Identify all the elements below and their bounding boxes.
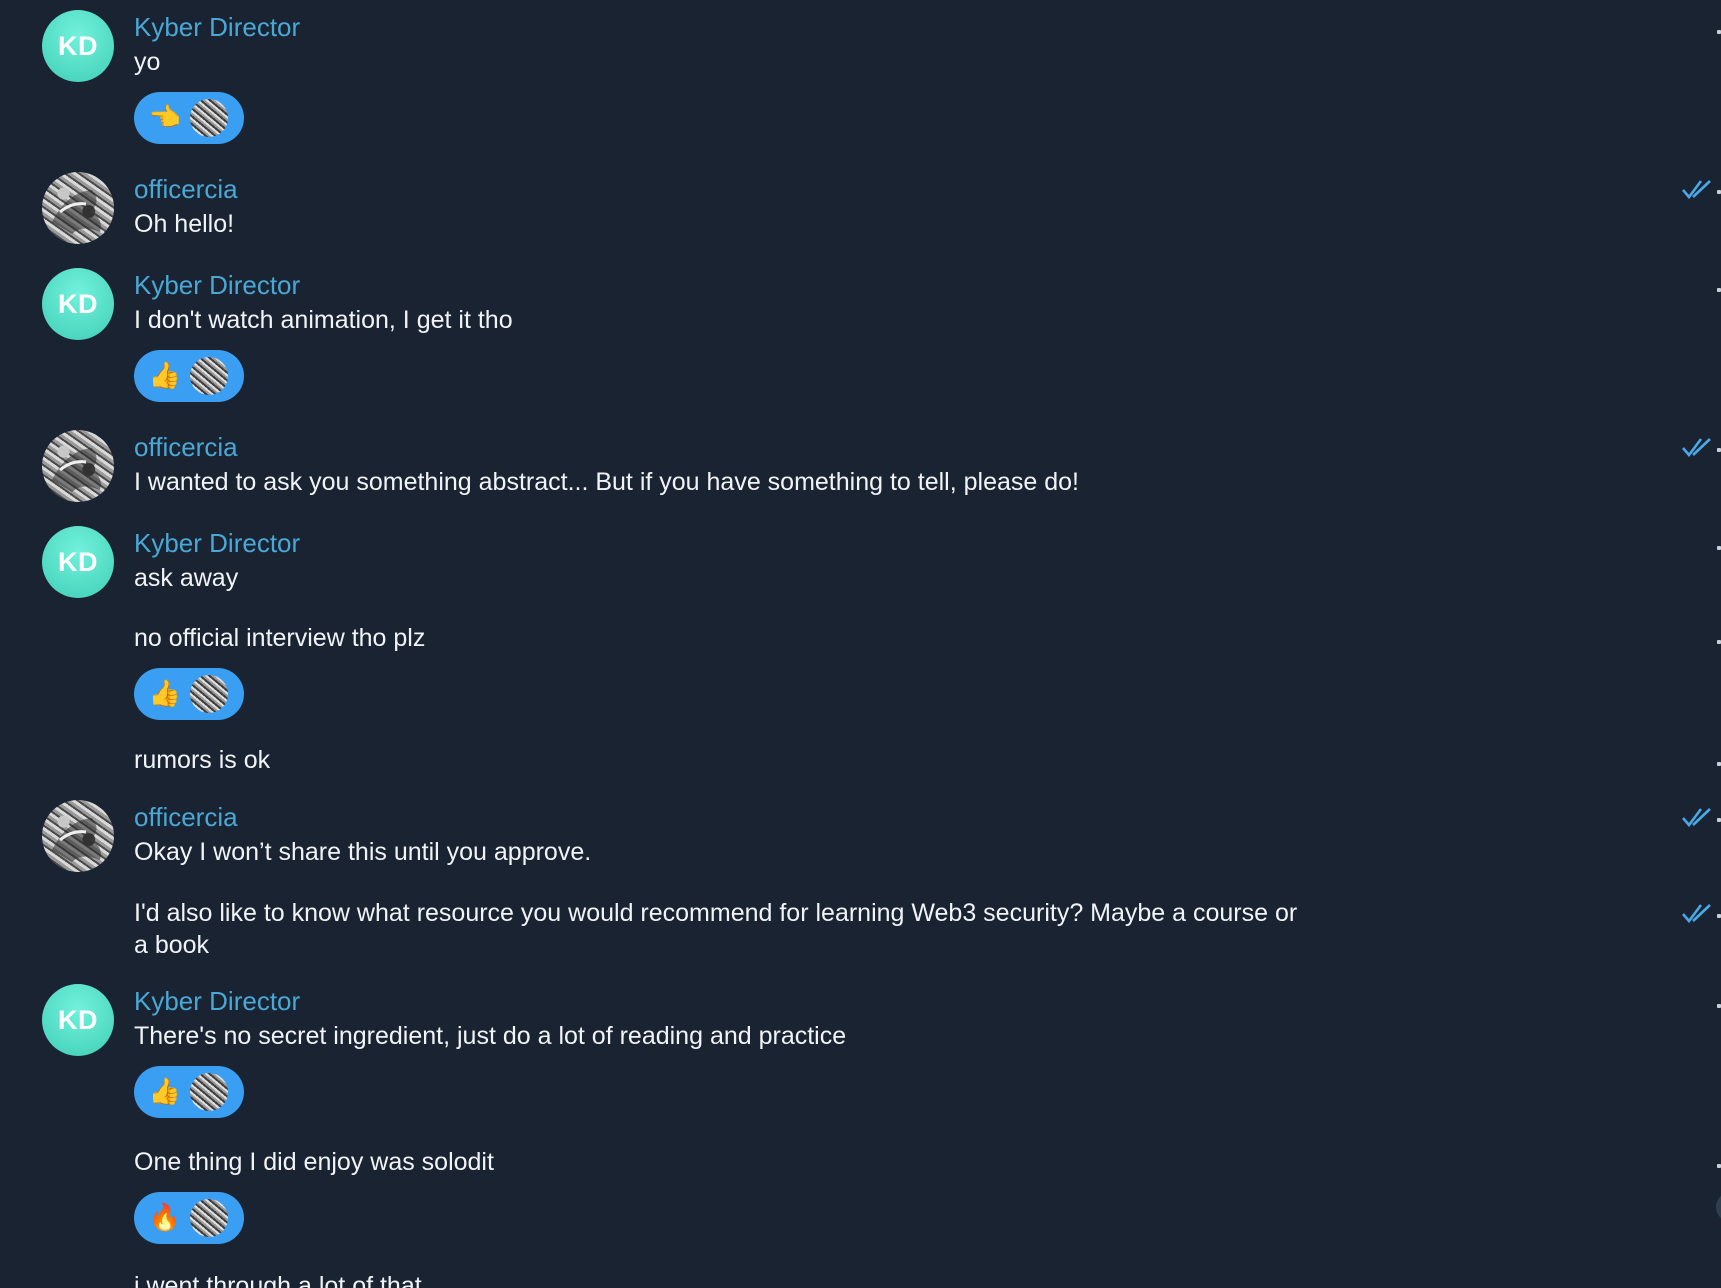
reaction-avatar: [188, 97, 230, 139]
timestamp-fragment: [1717, 1004, 1721, 1008]
sender-name[interactable]: officercia: [134, 432, 238, 462]
reaction-pill[interactable]: 👍: [134, 668, 244, 720]
timestamp-fragment: [1717, 546, 1721, 550]
message-text: There's no secret ingredient, just do a …: [134, 1022, 847, 1050]
timestamp-fragment: [1717, 818, 1721, 822]
message-text: yo: [134, 48, 161, 76]
avatar-officercia[interactable]: [42, 172, 114, 244]
thumbs-up-emoji-icon: 👍: [148, 361, 182, 391]
chat-history[interactable]: KD Kyber Director yo 👈 officercia Oh hel…: [0, 0, 1721, 1288]
timestamp-fragment: [1717, 30, 1721, 34]
message-text: I don't watch animation, I get it tho: [134, 306, 513, 334]
message-text: Oh hello!: [134, 210, 235, 238]
avatar-officercia[interactable]: [42, 800, 114, 872]
message-text: I wanted to ask you something abstract..…: [134, 468, 1079, 496]
reaction-pill[interactable]: 👈: [134, 92, 244, 144]
double-check-icon: [1682, 808, 1711, 828]
reaction-avatar: [188, 1197, 230, 1239]
sender-name[interactable]: Kyber Director: [134, 986, 300, 1016]
message-text: rumors is ok: [134, 746, 271, 774]
reaction-pill[interactable]: 👍: [134, 1066, 244, 1118]
timestamp-fragment: [1717, 762, 1721, 766]
message-text: One thing I did enjoy was solodit: [134, 1148, 494, 1176]
thumbs-up-emoji-icon: 👍: [148, 679, 182, 709]
timestamp-fragment: [1717, 914, 1721, 918]
officercia-avatar-image: [52, 818, 101, 862]
reaction-pill[interactable]: 🔥: [134, 1192, 244, 1244]
sender-name[interactable]: officercia: [134, 174, 238, 204]
thumbs-up-emoji-icon: 👍: [148, 1077, 182, 1107]
reaction-avatar: [188, 355, 230, 397]
officercia-avatar-image: [52, 448, 101, 492]
timestamp-fragment: [1717, 448, 1721, 452]
timestamp-fragment: [1717, 1164, 1721, 1168]
sender-name[interactable]: Kyber Director: [134, 12, 300, 42]
point-left-emoji-icon: 👈: [148, 103, 182, 133]
avatar-kyber-director[interactable]: KD: [42, 984, 114, 1056]
officercia-avatar-image: [52, 190, 101, 234]
scroll-down-button[interactable]: [1716, 1192, 1721, 1222]
timestamp-fragment: [1717, 640, 1721, 644]
message-text: no official interview tho plz: [134, 624, 426, 652]
timestamp-fragment: [1717, 190, 1721, 194]
timestamp-fragment: [1717, 288, 1721, 292]
double-check-icon: [1682, 180, 1711, 200]
avatar-kyber-director[interactable]: KD: [42, 268, 114, 340]
message-text: I'd also like to know what resource you …: [134, 899, 1298, 959]
sender-name[interactable]: Kyber Director: [134, 528, 300, 558]
double-check-icon: [1682, 438, 1711, 458]
avatar-kyber-director[interactable]: KD: [42, 526, 114, 598]
double-check-icon: [1682, 904, 1711, 924]
avatar-officercia[interactable]: [42, 430, 114, 502]
message-text: Okay I won’t share this until you approv…: [134, 838, 592, 866]
message-text: i went through a lot of that: [134, 1272, 422, 1288]
reaction-avatar: [188, 1071, 230, 1113]
message-text: ask away: [134, 564, 239, 592]
sender-name[interactable]: officercia: [134, 802, 238, 832]
reaction-pill[interactable]: 👍: [134, 350, 244, 402]
fire-emoji-icon: 🔥: [148, 1203, 182, 1233]
reaction-avatar: [188, 673, 230, 715]
avatar-kyber-director[interactable]: KD: [42, 10, 114, 82]
sender-name[interactable]: Kyber Director: [134, 270, 300, 300]
